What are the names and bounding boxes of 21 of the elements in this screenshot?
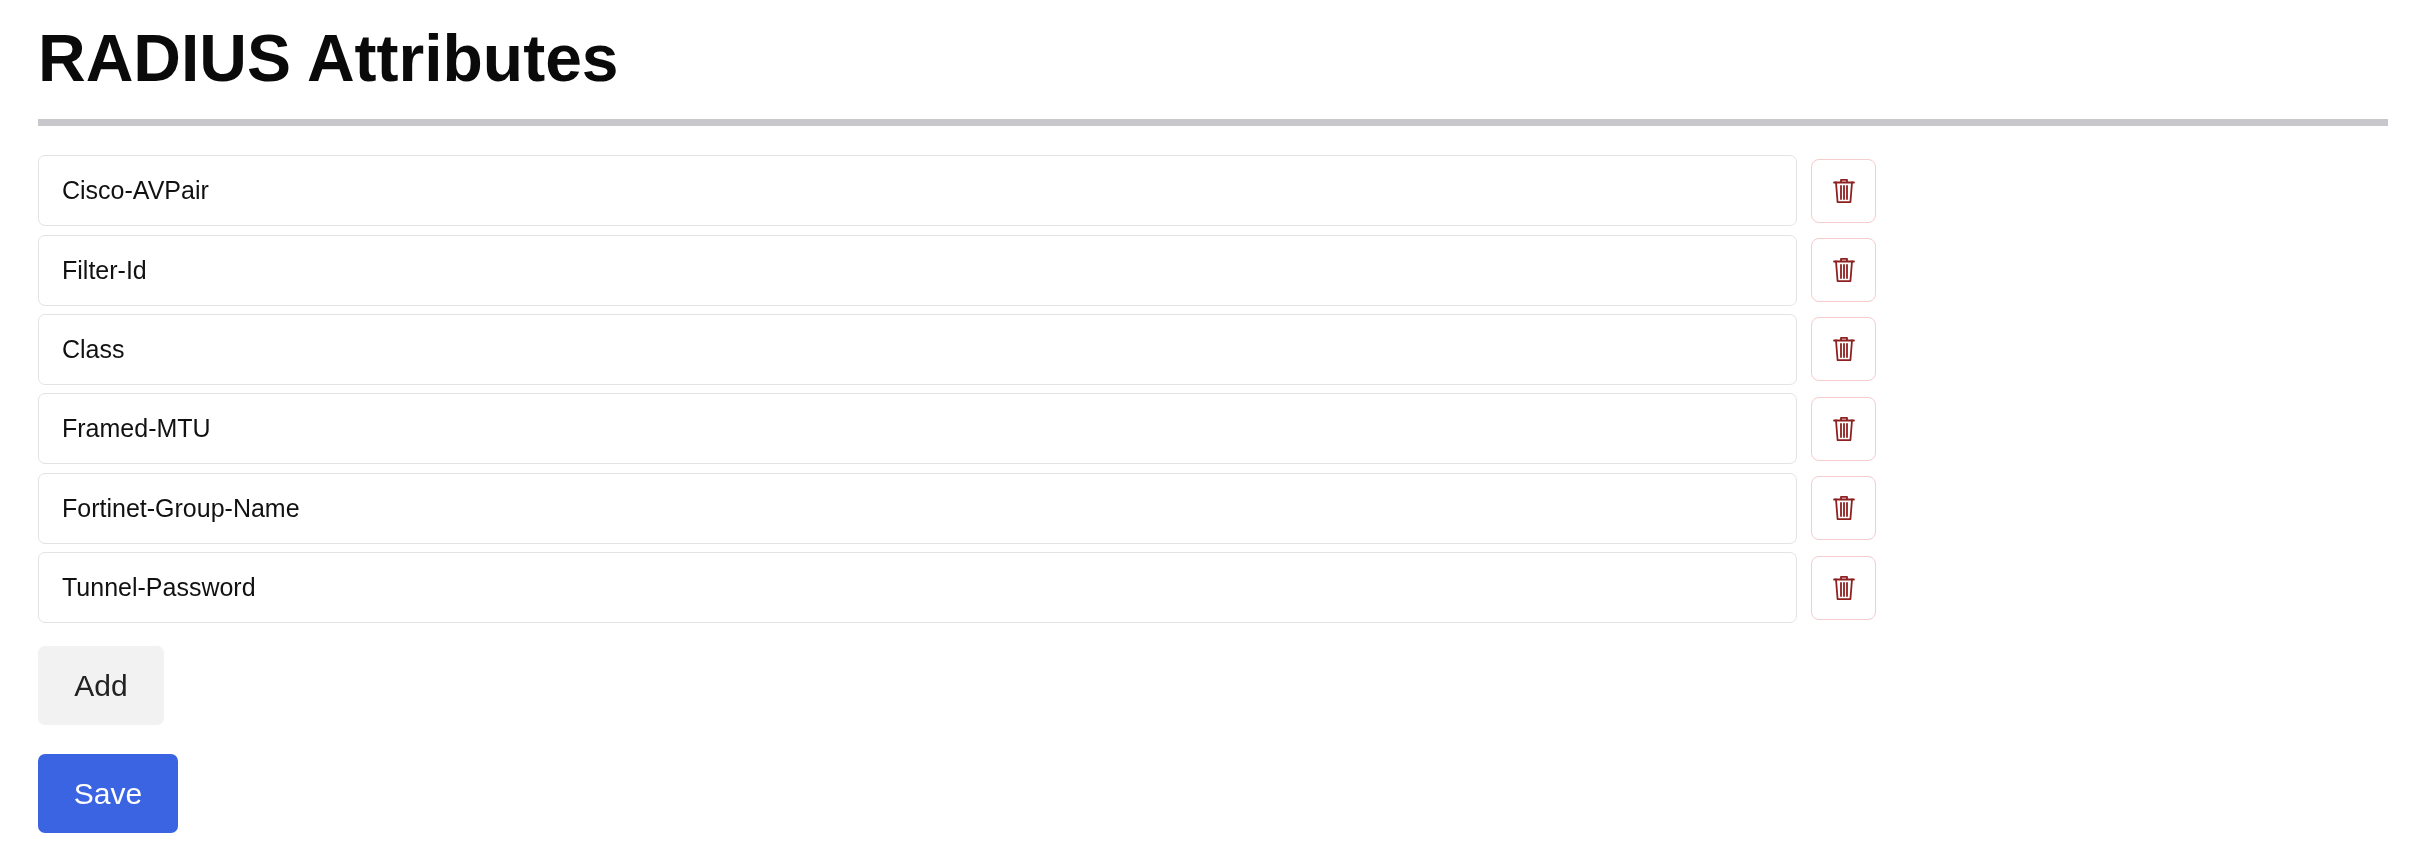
trash-icon (1832, 336, 1855, 363)
delete-button[interactable] (1811, 238, 1876, 303)
page-title: RADIUS Attributes (38, 20, 619, 97)
attribute-input[interactable]: Filter-Id (38, 234, 1797, 306)
delete-button[interactable] (1811, 158, 1876, 223)
add-button[interactable]: Add (38, 646, 164, 726)
delete-button[interactable] (1811, 555, 1876, 620)
delete-button[interactable] (1811, 396, 1876, 461)
trash-icon (1832, 574, 1855, 601)
delete-button[interactable] (1811, 317, 1876, 382)
save-button[interactable]: Save (38, 754, 178, 834)
trash-icon (1832, 257, 1855, 284)
attribute-input[interactable]: Fortinet-Group-Name (38, 472, 1797, 544)
trash-icon (1832, 495, 1855, 522)
trash-icon (1832, 415, 1855, 442)
delete-button[interactable] (1811, 476, 1876, 541)
attribute-input[interactable]: Cisco-AVPair (38, 155, 1797, 227)
attribute-input[interactable]: Tunnel-Password (38, 552, 1797, 624)
attribute-input[interactable]: Class (38, 313, 1797, 385)
trash-icon (1832, 177, 1855, 204)
attribute-input[interactable]: Framed-MTU (38, 393, 1797, 465)
